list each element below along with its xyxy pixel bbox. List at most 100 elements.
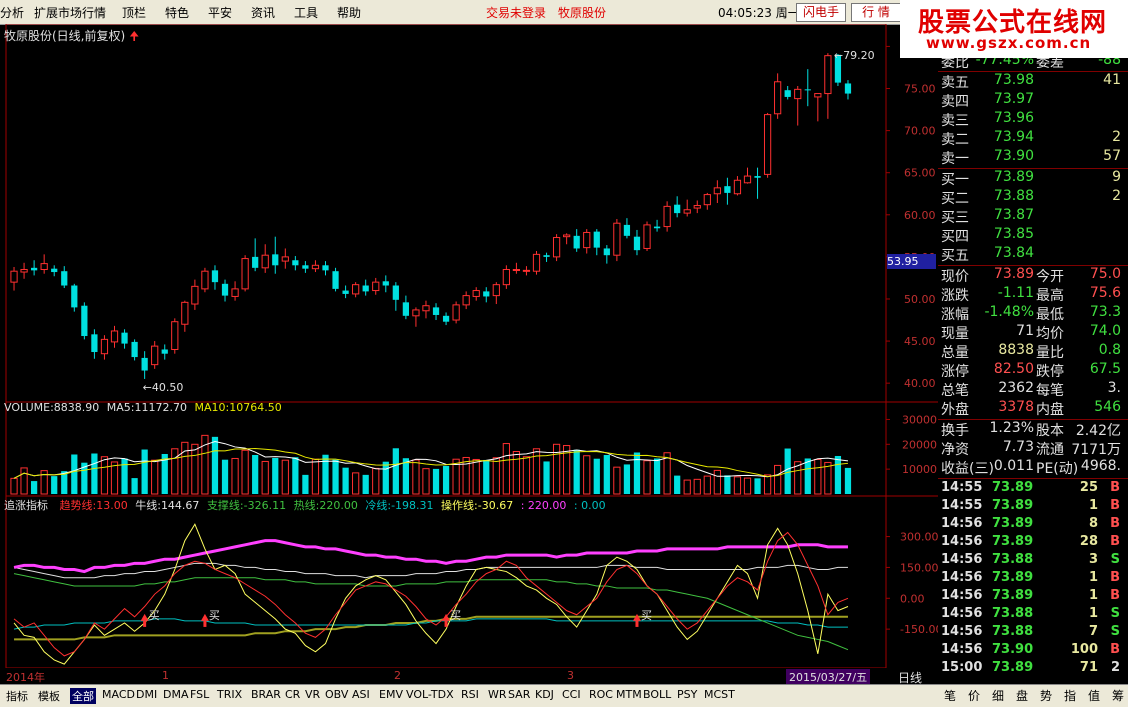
menu-extended-market[interactable]: 扩展市场行情 — [34, 4, 106, 21]
detail-tab[interactable]: 价 — [968, 687, 980, 704]
menu-news[interactable]: 资讯 — [251, 4, 275, 21]
indicator-tab[interactable]: PSY — [677, 688, 697, 701]
candle-body — [552, 237, 561, 258]
indicator-tab[interactable]: ASI — [352, 688, 370, 701]
candle-body — [663, 205, 671, 228]
indicator-tab[interactable]: MTM — [616, 688, 642, 701]
fundamental-row: 收益(三) 0.011 PE(动) 4968. — [941, 458, 1121, 477]
menu-help[interactable]: 帮助 — [337, 4, 361, 21]
candle-body — [543, 255, 550, 257]
ask-row[interactable]: 卖一 73.90 57 — [938, 148, 1128, 167]
indicator-tab[interactable]: MCST — [704, 688, 735, 701]
bid-row[interactable]: 买一 73.89 9 — [938, 169, 1128, 188]
menu-top-bar[interactable]: 顶栏 — [122, 4, 146, 21]
indicator-tab[interactable]: 全部 — [70, 688, 96, 704]
price-axis-label: 40.00 — [904, 377, 936, 390]
indicator-tab[interactable]: WR — [488, 688, 507, 701]
trade-login-status[interactable]: 交易未登录 — [486, 4, 546, 21]
detail-tab[interactable]: 细 — [992, 687, 1004, 704]
volume-bar — [774, 464, 782, 495]
indicator-tab[interactable]: OBV — [325, 688, 348, 701]
stock-chart[interactable]: 买买买买 80.0075.0070.0065.0060.0055.0050.00… — [0, 24, 938, 668]
volume-bar — [593, 458, 600, 494]
detail-tab[interactable]: 笔 — [944, 687, 956, 704]
detail-tab[interactable]: 势 — [1040, 687, 1052, 704]
buy-signal-label: 买 — [641, 609, 652, 622]
volume-bar — [352, 472, 360, 495]
detail-tab[interactable]: 指 — [1064, 687, 1076, 704]
ask-row[interactable]: 卖四 73.97 — [938, 91, 1128, 110]
menu-pingan[interactable]: 平安 — [208, 4, 232, 21]
ask-row[interactable]: 卖五 73.98 41 — [938, 72, 1128, 91]
menu-analysis[interactable]: 分析 — [0, 4, 24, 21]
minimize-icon[interactable]: _ — [777, 5, 789, 17]
indicator-tab[interactable]: VR — [305, 688, 320, 701]
candle-body — [442, 315, 450, 322]
candle-body — [512, 269, 521, 272]
flash-trade-button[interactable]: 闪电手 — [796, 3, 846, 22]
volume-bar — [121, 458, 128, 494]
volume-bar — [31, 481, 38, 494]
detail-tab[interactable]: 盘 — [1016, 687, 1028, 704]
indicator-tab[interactable]: FSL — [190, 688, 209, 701]
indicator-tab[interactable]: EMV — [379, 688, 403, 701]
indicator-tab[interactable]: BOLL — [643, 688, 671, 701]
indicator-tab[interactable]: 指标 — [6, 688, 28, 704]
candle-body — [502, 269, 510, 286]
indicator-tab[interactable]: DMA — [163, 688, 189, 701]
indicator-tab[interactable]: ROC — [589, 688, 613, 701]
stat-row: 涨幅 -1.48% 最低 73.3 — [941, 304, 1121, 323]
price-axis-label: 65.00 — [904, 167, 936, 180]
candle-body — [342, 290, 349, 294]
bid-row[interactable]: 买四 73.85 — [938, 226, 1128, 245]
ask-row[interactable]: 卖三 73.96 — [938, 110, 1128, 129]
indicator-tab[interactable]: 模板 — [38, 688, 60, 704]
detail-tab[interactable]: 筹 — [1112, 687, 1124, 704]
candle-body — [623, 224, 631, 236]
indicator-tab[interactable]: KDJ — [535, 688, 554, 701]
indicator-tab[interactable]: CR — [285, 688, 300, 701]
indicator-tab[interactable]: TRIX — [217, 688, 242, 701]
menu-features[interactable]: 特色 — [165, 4, 189, 21]
indicator-hot-line — [13, 539, 848, 574]
volume-axis-label: 20000 — [902, 438, 937, 451]
tick-row: 14:55 73.89 1 B — [941, 498, 1120, 513]
stock-name-link[interactable]: 牧原股份 — [558, 4, 606, 21]
candle-body — [804, 89, 811, 91]
menu-tools[interactable]: 工具 — [294, 4, 318, 21]
volume-bar — [512, 451, 521, 495]
buy-arrow-stem — [444, 620, 448, 627]
volume-bar — [91, 453, 98, 494]
candle-body — [713, 187, 721, 195]
volume-bar — [613, 466, 621, 495]
bid-row[interactable]: 买五 73.84 — [938, 245, 1128, 264]
indicator-tab[interactable]: SAR — [508, 688, 530, 701]
detail-tab[interactable]: 值 — [1088, 687, 1100, 704]
volume-bar — [141, 449, 148, 494]
ask-row[interactable]: 卖二 73.94 2 — [938, 129, 1128, 148]
candle-body — [292, 260, 299, 266]
indicator-tab[interactable]: DMI — [136, 688, 157, 701]
candle-body — [452, 304, 460, 321]
candle-body — [794, 88, 802, 100]
indicator-tab[interactable]: VOL-TDX — [406, 688, 454, 701]
price-grid — [886, 45, 890, 630]
price-axis-label: 75.00 — [904, 83, 936, 96]
quote-button[interactable]: 行 情 — [851, 3, 901, 22]
stat-row: 外盘 3378 内盘 546 — [941, 399, 1121, 418]
volume-bar — [683, 479, 691, 495]
candle-body — [653, 226, 661, 229]
price-axis-label: 45.00 — [904, 335, 936, 348]
tick-row: 14:56 73.88 1 S — [941, 606, 1120, 621]
indicator-tab[interactable]: MACD — [102, 688, 135, 701]
indicator-tab[interactable]: RSI — [461, 688, 479, 701]
indicator-tab[interactable]: BRAR — [251, 688, 281, 701]
volume-bar — [784, 448, 791, 494]
candle-body — [392, 285, 399, 300]
bid-row[interactable]: 买二 73.88 2 — [938, 188, 1128, 207]
detail-tab-bar: 笔价细盘势指值筹 — [938, 684, 1128, 706]
volume-bar — [502, 443, 510, 495]
bid-row[interactable]: 买三 73.87 — [938, 207, 1128, 226]
indicator-tab[interactable]: CCI — [562, 688, 581, 701]
indicator-trend-line — [13, 531, 849, 657]
